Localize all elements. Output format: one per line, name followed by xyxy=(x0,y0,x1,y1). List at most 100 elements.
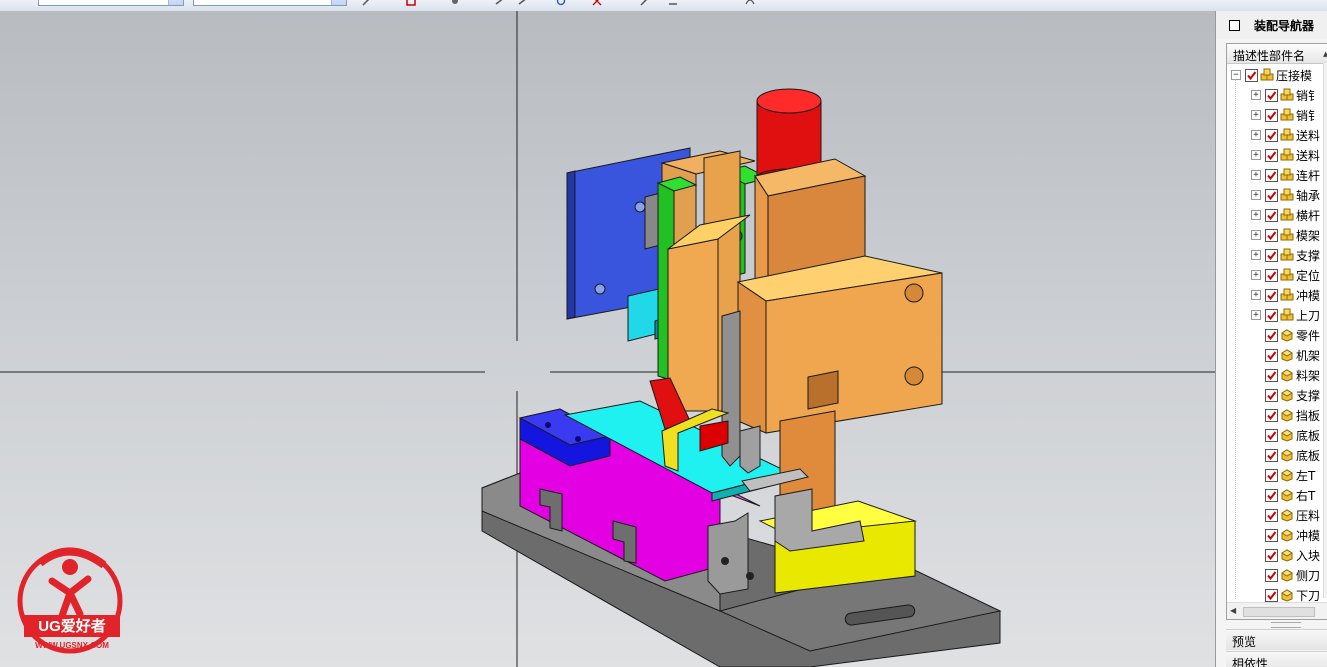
curve-icon[interactable] xyxy=(745,0,755,6)
scroll-left-icon[interactable]: ◀ xyxy=(1230,606,1236,615)
tree-node[interactable]: 右T xyxy=(1227,485,1327,505)
visibility-checkbox[interactable] xyxy=(1265,529,1278,542)
visibility-checkbox[interactable] xyxy=(1265,89,1278,102)
visibility-checkbox[interactable] xyxy=(1265,489,1278,502)
visibility-checkbox[interactable] xyxy=(1265,409,1278,422)
visibility-checkbox[interactable] xyxy=(1265,389,1278,402)
tree-node[interactable]: 底板 xyxy=(1227,425,1327,445)
part-icon xyxy=(1280,588,1294,602)
visibility-checkbox[interactable] xyxy=(1265,309,1278,322)
logo-url: WWW.UGSNX.COM xyxy=(35,641,109,650)
tree-node[interactable]: + 横杆 xyxy=(1227,205,1327,225)
quadrant-icon[interactable] xyxy=(640,0,650,6)
visibility-checkbox[interactable] xyxy=(1265,469,1278,482)
visibility-checkbox[interactable] xyxy=(1265,569,1278,582)
chevron-down-icon[interactable] xyxy=(331,0,346,5)
scrollbar-thumb[interactable] xyxy=(1243,607,1315,617)
assembly-scope-dropdown[interactable] xyxy=(193,0,347,6)
sort-arrow-icon[interactable]: ▲ xyxy=(1323,50,1327,58)
tree-node[interactable]: + 连杆 xyxy=(1227,165,1327,185)
expand-icon[interactable]: + xyxy=(1251,310,1261,320)
tree-node[interactable]: 底板 xyxy=(1227,445,1327,465)
visibility-checkbox[interactable] xyxy=(1265,149,1278,162)
midpoint-icon[interactable] xyxy=(518,0,528,6)
tree-node[interactable]: 左T xyxy=(1227,465,1327,485)
tree-node[interactable]: 支撑 xyxy=(1227,385,1327,405)
tree-node[interactable]: + 送料 xyxy=(1227,125,1327,145)
expand-icon[interactable]: + xyxy=(1251,90,1261,100)
tree-node[interactable]: 入块 xyxy=(1227,545,1327,565)
navigator-pin-checkbox[interactable] xyxy=(1229,20,1240,31)
visibility-checkbox[interactable] xyxy=(1265,429,1278,442)
tree-node[interactable]: + 上刀 xyxy=(1227,305,1327,325)
visibility-checkbox[interactable] xyxy=(1265,169,1278,182)
selection-filter-dropdown[interactable] xyxy=(38,0,184,6)
point-icon[interactable] xyxy=(450,0,460,6)
visibility-checkbox[interactable] xyxy=(1265,249,1278,262)
assembly-model-view[interactable] xyxy=(0,11,1215,667)
column-header[interactable]: 描述性部件名 ▲ xyxy=(1227,44,1327,64)
expand-icon[interactable]: + xyxy=(1251,110,1261,120)
visibility-checkbox[interactable] xyxy=(1265,289,1278,302)
panel-splitter[interactable] xyxy=(1271,622,1301,628)
visibility-checkbox[interactable] xyxy=(1265,449,1278,462)
tree-node[interactable]: + 冲模 xyxy=(1227,285,1327,305)
expand-icon[interactable]: + xyxy=(1251,250,1261,260)
expand-icon[interactable]: + xyxy=(1251,130,1261,140)
expand-icon[interactable]: + xyxy=(1251,270,1261,280)
expand-icon[interactable]: + xyxy=(1251,230,1261,240)
assembly-tree[interactable]: 描述性部件名 ▲ − 压接模 + 销钅 + 销钅 + 送料 + 送料 + 连杆 + 轴承 + 横杆 + 模架 + 支撑… xyxy=(1226,43,1327,620)
endpoint-icon[interactable] xyxy=(495,0,505,6)
part-icon xyxy=(1280,568,1294,582)
select-icon[interactable] xyxy=(406,0,416,6)
tree-node[interactable]: 压料 xyxy=(1227,505,1327,525)
expand-icon[interactable]: + xyxy=(1251,190,1261,200)
visibility-checkbox[interactable] xyxy=(1265,329,1278,342)
dependency-panel[interactable]: 相依性 xyxy=(1226,651,1327,667)
tree-node[interactable]: 机架 xyxy=(1227,345,1327,365)
tangent-icon[interactable] xyxy=(668,0,678,6)
expand-icon[interactable]: + xyxy=(1251,150,1261,160)
tree-node[interactable]: + 送料 xyxy=(1227,145,1327,165)
preview-panel[interactable]: 预览 xyxy=(1226,629,1327,650)
expand-icon[interactable]: + xyxy=(1251,210,1261,220)
visibility-checkbox[interactable] xyxy=(1265,109,1278,122)
tree-node[interactable]: 零件 xyxy=(1227,325,1327,345)
graphics-viewport[interactable]: UG爱好者 WWW.UGSNX.COM xyxy=(0,11,1215,667)
visibility-checkbox[interactable] xyxy=(1265,189,1278,202)
horizontal-scrollbar[interactable]: ◀ xyxy=(1227,602,1327,619)
center-icon[interactable] xyxy=(556,0,566,6)
intersection-icon[interactable] xyxy=(592,0,602,6)
visibility-checkbox[interactable] xyxy=(1265,509,1278,522)
expand-icon[interactable]: + xyxy=(1251,290,1261,300)
visibility-checkbox[interactable] xyxy=(1265,369,1278,382)
tree-node[interactable]: 挡板 xyxy=(1227,405,1327,425)
visibility-checkbox[interactable] xyxy=(1265,269,1278,282)
tree-node[interactable]: + 销钅 xyxy=(1227,105,1327,125)
collapse-icon[interactable]: − xyxy=(1231,70,1241,80)
tree-node-label: 送料 xyxy=(1296,149,1321,163)
visibility-checkbox[interactable] xyxy=(1265,549,1278,562)
tree-root-node[interactable]: − 压接模 xyxy=(1227,65,1327,85)
visibility-checkbox[interactable] xyxy=(1265,129,1278,142)
tree-node[interactable]: + 销钅 xyxy=(1227,85,1327,105)
tree-node[interactable]: + 定位 xyxy=(1227,265,1327,285)
tree-node[interactable]: 冲模 xyxy=(1227,525,1327,545)
expand-icon[interactable]: + xyxy=(1251,170,1261,180)
visibility-checkbox[interactable] xyxy=(1245,69,1258,82)
tree-node[interactable]: 料架 xyxy=(1227,365,1327,385)
visibility-checkbox[interactable] xyxy=(1265,589,1278,602)
tree-node[interactable]: + 轴承 xyxy=(1227,185,1327,205)
tree-node[interactable]: + 支撑 xyxy=(1227,245,1327,265)
chevron-down-icon[interactable] xyxy=(168,0,183,5)
part-icon xyxy=(1280,388,1294,402)
tree-node[interactable]: 侧刀 xyxy=(1227,565,1327,585)
snap-icon[interactable] xyxy=(362,0,372,6)
visibility-checkbox[interactable] xyxy=(1265,209,1278,222)
visibility-checkbox[interactable] xyxy=(1265,229,1278,242)
vertical-scrollbar[interactable] xyxy=(1323,63,1327,598)
tree-node-label: 冲模 xyxy=(1296,289,1321,303)
main-body[interactable] xyxy=(736,255,943,434)
tree-node[interactable]: + 模架 xyxy=(1227,225,1327,245)
visibility-checkbox[interactable] xyxy=(1265,349,1278,362)
